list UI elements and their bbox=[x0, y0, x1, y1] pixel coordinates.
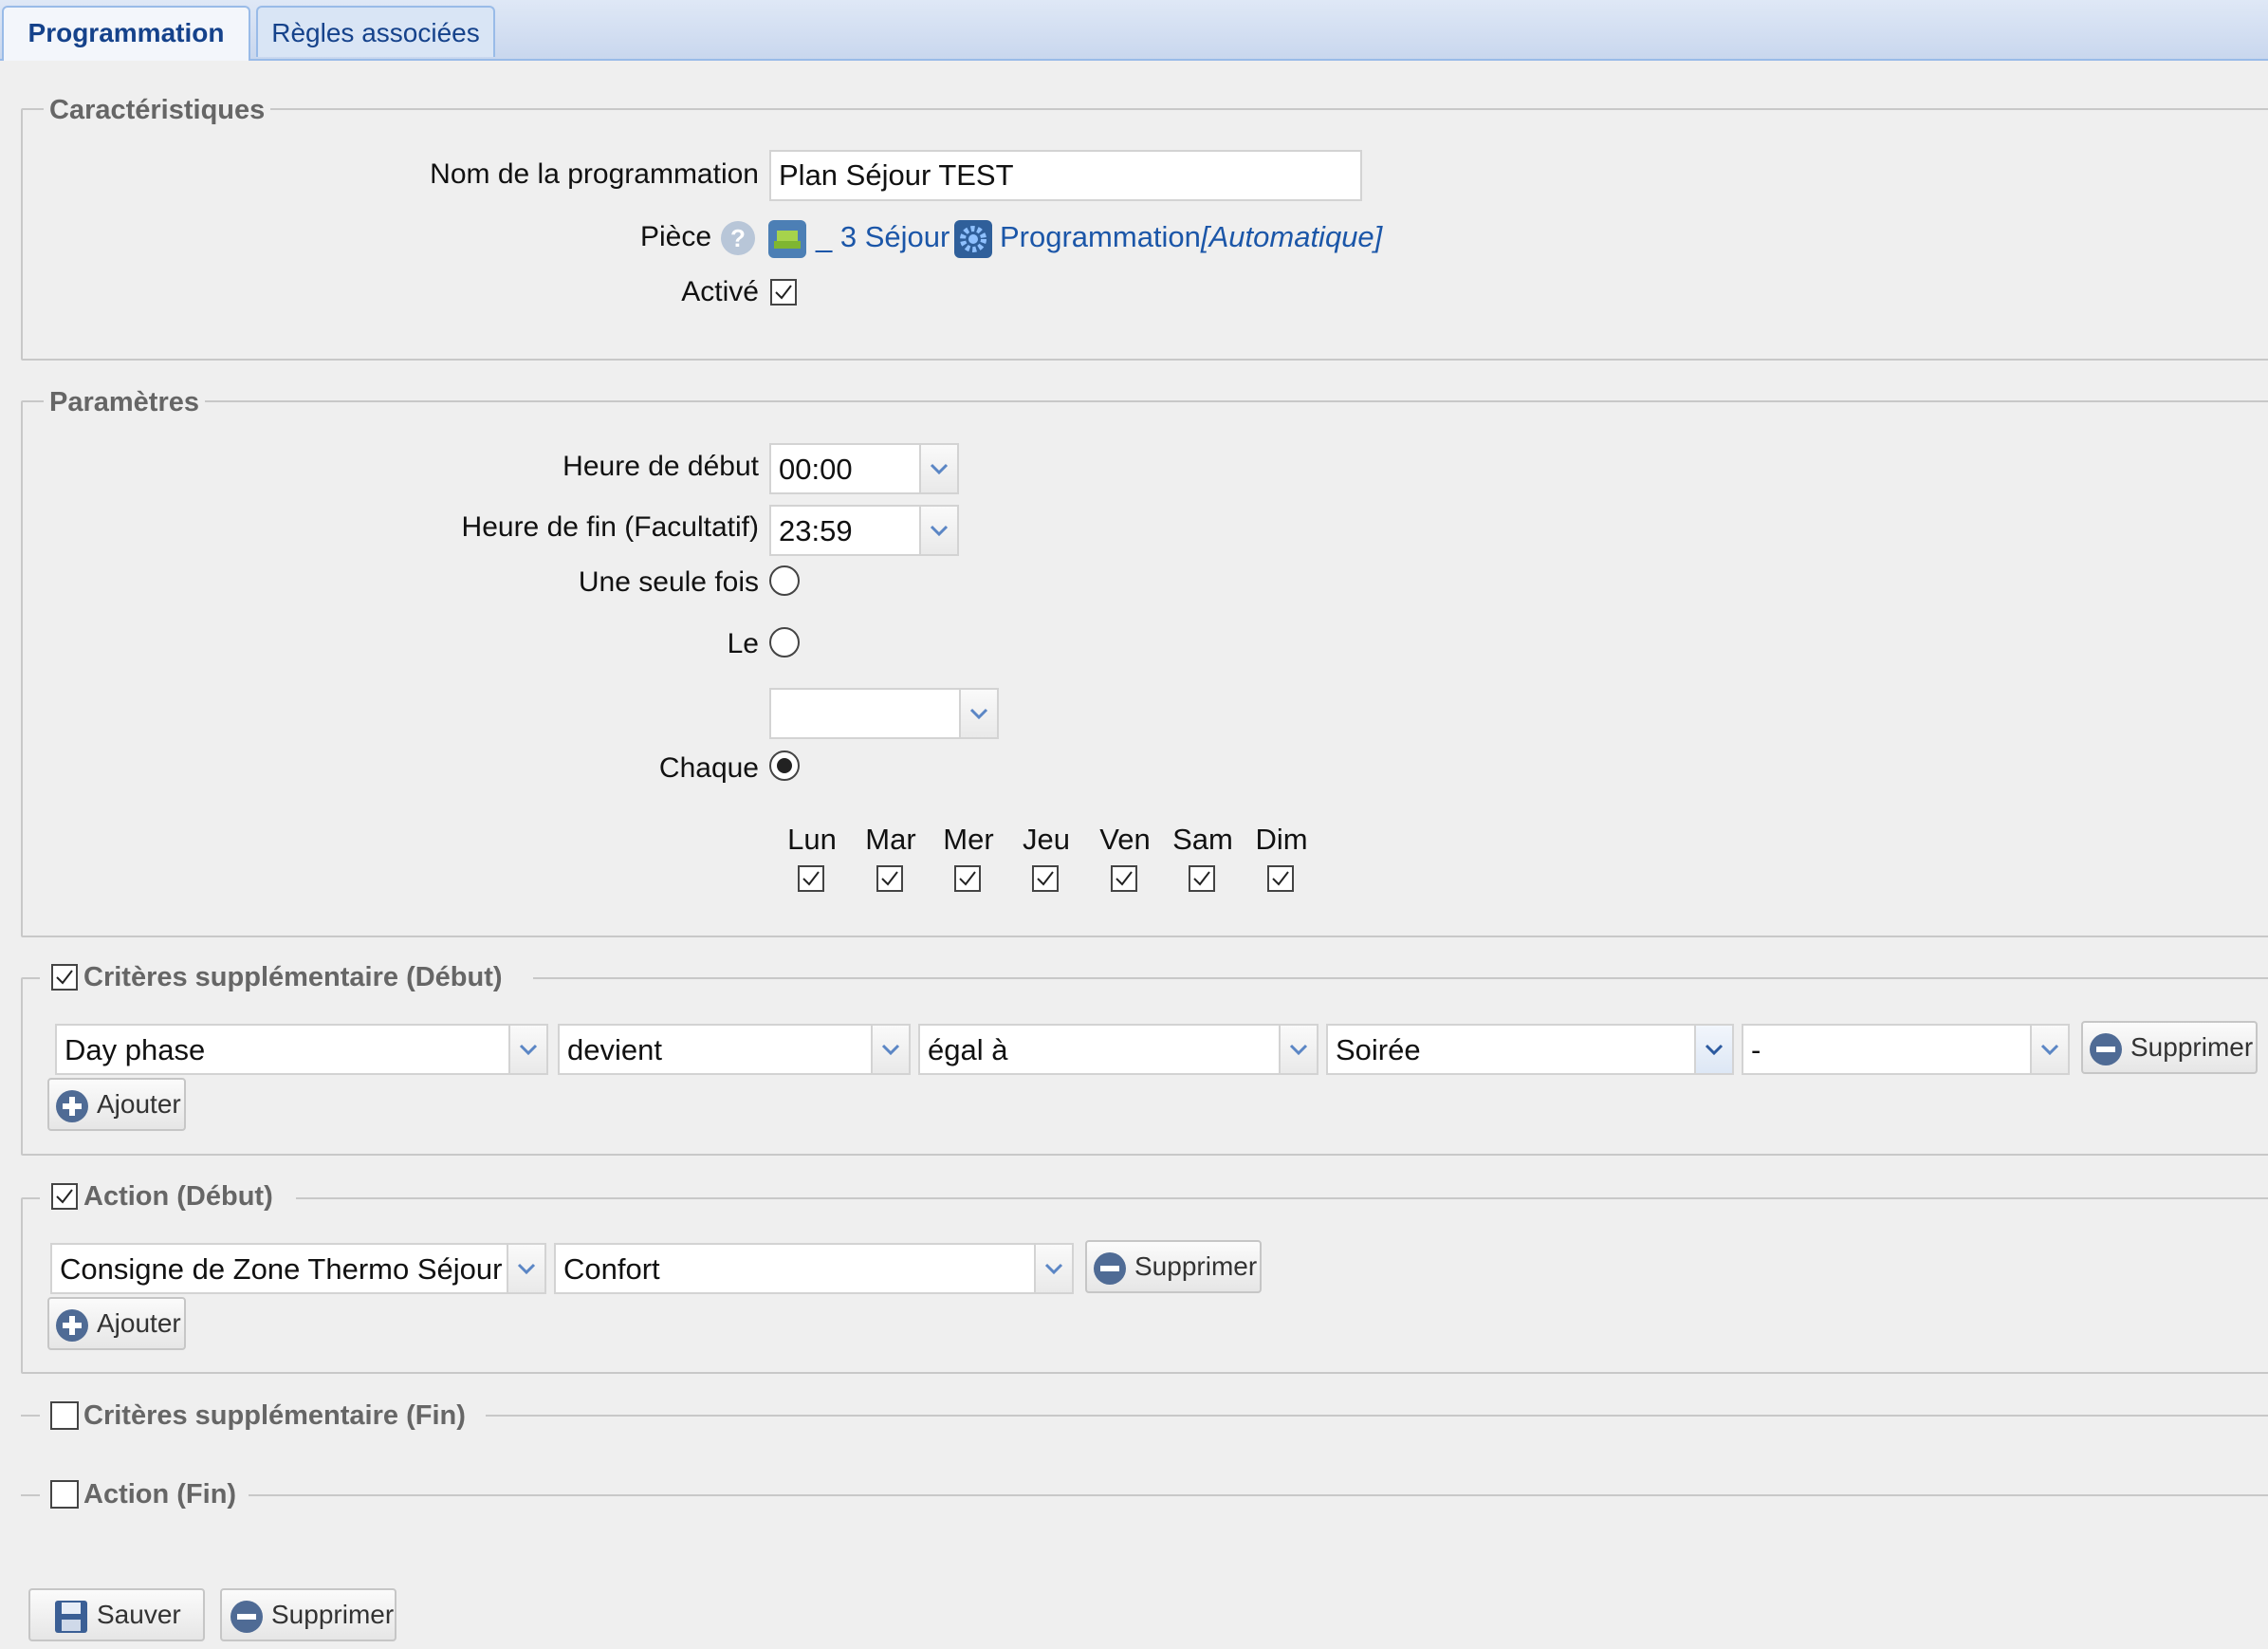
action-ajouter-button[interactable]: Ajouter bbox=[47, 1297, 186, 1350]
room-icon bbox=[768, 220, 806, 258]
active-checkbox[interactable] bbox=[770, 279, 797, 306]
heure-fin-label: Heure de fin (Facultatif) bbox=[461, 511, 759, 543]
tab-regles-associees[interactable]: Règles associées bbox=[256, 6, 495, 57]
programmation-link[interactable]: Programmation bbox=[1000, 218, 1201, 256]
le-radio[interactable] bbox=[769, 627, 800, 658]
sauver-label: Sauver bbox=[97, 1600, 181, 1629]
chevron-down-icon[interactable] bbox=[1279, 1026, 1317, 1073]
day-label-jeu: Jeu bbox=[1023, 823, 1070, 856]
le-label: Le bbox=[727, 628, 759, 659]
criteres-debut-legend: Critères supplémentaire (Début) bbox=[83, 960, 503, 994]
action-ajouter-label: Ajouter bbox=[97, 1308, 181, 1338]
action-supprimer-button[interactable]: Supprimer bbox=[1085, 1240, 1262, 1293]
criteres-ajouter-label: Ajouter bbox=[97, 1089, 181, 1119]
criteres-supprimer-label: Supprimer bbox=[2130, 1032, 2254, 1062]
heure-fin-value: 23:59 bbox=[779, 514, 853, 547]
day-label-mar: Mar bbox=[865, 823, 916, 856]
criteres-field-operateur-value: devient bbox=[567, 1033, 662, 1066]
nom-programmation-input[interactable]: Plan Séjour TEST bbox=[769, 150, 1362, 201]
help-icon[interactable]: ? bbox=[721, 221, 755, 255]
criteres-field-extra[interactable]: - bbox=[1742, 1024, 2070, 1075]
day-label-mer: Mer bbox=[943, 823, 994, 856]
day-label-lun: Lun bbox=[787, 823, 837, 856]
day-checkbox-dim[interactable] bbox=[1267, 865, 1294, 892]
criteres-debut-checkbox[interactable] bbox=[51, 964, 78, 991]
le-date-select[interactable] bbox=[769, 688, 999, 739]
sauver-button[interactable]: Sauver bbox=[28, 1588, 205, 1641]
gear-icon bbox=[954, 220, 992, 258]
une-seule-fois-label: Une seule fois bbox=[578, 566, 759, 598]
action-field-valeur[interactable]: Confort bbox=[554, 1243, 1074, 1294]
chevron-down-icon[interactable] bbox=[507, 1245, 544, 1292]
criteres-field-comparaison[interactable]: égal à bbox=[918, 1024, 1318, 1075]
criteres-fin-legend: Critères supplémentaire (Fin) bbox=[83, 1399, 466, 1433]
parametres-legend: Paramètres bbox=[44, 385, 205, 419]
criteres-ajouter-button[interactable]: Ajouter bbox=[47, 1078, 186, 1131]
day-checkbox-mar[interactable] bbox=[876, 865, 903, 892]
minus-icon bbox=[230, 1600, 264, 1640]
day-label-dim: Dim bbox=[1255, 823, 1308, 856]
minus-icon bbox=[2089, 1032, 2123, 1073]
heure-debut-value: 00:00 bbox=[779, 453, 853, 486]
plus-icon bbox=[55, 1089, 89, 1130]
chevron-down-icon[interactable] bbox=[508, 1026, 546, 1073]
minus-icon bbox=[1093, 1251, 1127, 1292]
piece-link[interactable]: _ 3 Séjour bbox=[816, 218, 950, 256]
chevron-down-icon[interactable] bbox=[959, 690, 997, 737]
criteres-field-extra-value: - bbox=[1751, 1033, 1761, 1066]
active-label: Activé bbox=[681, 276, 759, 307]
chaque-label: Chaque bbox=[658, 752, 759, 784]
criteres-field-operateur[interactable]: devient bbox=[558, 1024, 911, 1075]
tab-programmation[interactable]: Programmation bbox=[2, 6, 250, 61]
plus-icon bbox=[55, 1308, 89, 1349]
action-field-equipement-value: Consigne de Zone Thermo Séjour _ bbox=[60, 1252, 527, 1286]
nom-programmation-label: Nom de la programmation bbox=[430, 158, 759, 190]
action-debut-checkbox[interactable] bbox=[51, 1183, 78, 1210]
action-field-equipement[interactable]: Consigne de Zone Thermo Séjour _ bbox=[50, 1243, 546, 1294]
day-checkbox-sam[interactable] bbox=[1189, 865, 1215, 892]
criteres-field-variable-value: Day phase bbox=[65, 1033, 206, 1066]
criteres-field-variable[interactable]: Day phase bbox=[55, 1024, 548, 1075]
chevron-down-icon[interactable] bbox=[871, 1026, 909, 1073]
day-checkbox-lun[interactable] bbox=[798, 865, 824, 892]
day-checkbox-ven[interactable] bbox=[1111, 865, 1137, 892]
day-checkbox-jeu[interactable] bbox=[1032, 865, 1059, 892]
save-icon bbox=[53, 1599, 89, 1641]
day-label-sam: Sam bbox=[1172, 823, 1233, 856]
heure-debut-select[interactable]: 00:00 bbox=[769, 443, 959, 494]
footer-supprimer-label: Supprimer bbox=[271, 1600, 395, 1629]
chevron-down-icon[interactable] bbox=[1034, 1245, 1072, 1292]
action-debut-legend: Action (Début) bbox=[83, 1179, 273, 1214]
criteres-supprimer-button[interactable]: Supprimer bbox=[2081, 1021, 2258, 1074]
piece-label: Pièce bbox=[639, 221, 711, 252]
day-label-ven: Ven bbox=[1099, 823, 1151, 856]
criteres-field-comparaison-value: égal à bbox=[928, 1033, 1008, 1066]
action-fin-checkbox[interactable] bbox=[50, 1480, 79, 1509]
caracteristiques-legend: Caractéristiques bbox=[44, 93, 271, 127]
action-fin-legend: Action (Fin) bbox=[83, 1477, 237, 1511]
programmation-mode: [Automatique] bbox=[1201, 220, 1383, 253]
criteres-field-valeur[interactable]: Soirée bbox=[1326, 1024, 1734, 1075]
heure-debut-label: Heure de début bbox=[562, 451, 759, 482]
heure-fin-select[interactable]: 23:59 bbox=[769, 505, 959, 556]
chaque-radio[interactable] bbox=[769, 750, 800, 781]
action-supprimer-label: Supprimer bbox=[1134, 1251, 1258, 1281]
chevron-down-icon[interactable] bbox=[919, 507, 957, 554]
action-field-valeur-value: Confort bbox=[563, 1252, 660, 1286]
chevron-down-icon[interactable] bbox=[2030, 1026, 2068, 1073]
footer-supprimer-button[interactable]: Supprimer bbox=[220, 1588, 396, 1641]
criteres-fin-checkbox[interactable] bbox=[50, 1401, 79, 1430]
criteres-field-valeur-value: Soirée bbox=[1336, 1033, 1421, 1066]
chevron-down-icon[interactable] bbox=[919, 445, 957, 492]
day-checkbox-mer[interactable] bbox=[954, 865, 981, 892]
action-fin-divider bbox=[21, 1494, 2268, 1496]
une-seule-fois-radio[interactable] bbox=[769, 565, 800, 596]
chevron-down-icon[interactable] bbox=[1694, 1026, 1732, 1073]
